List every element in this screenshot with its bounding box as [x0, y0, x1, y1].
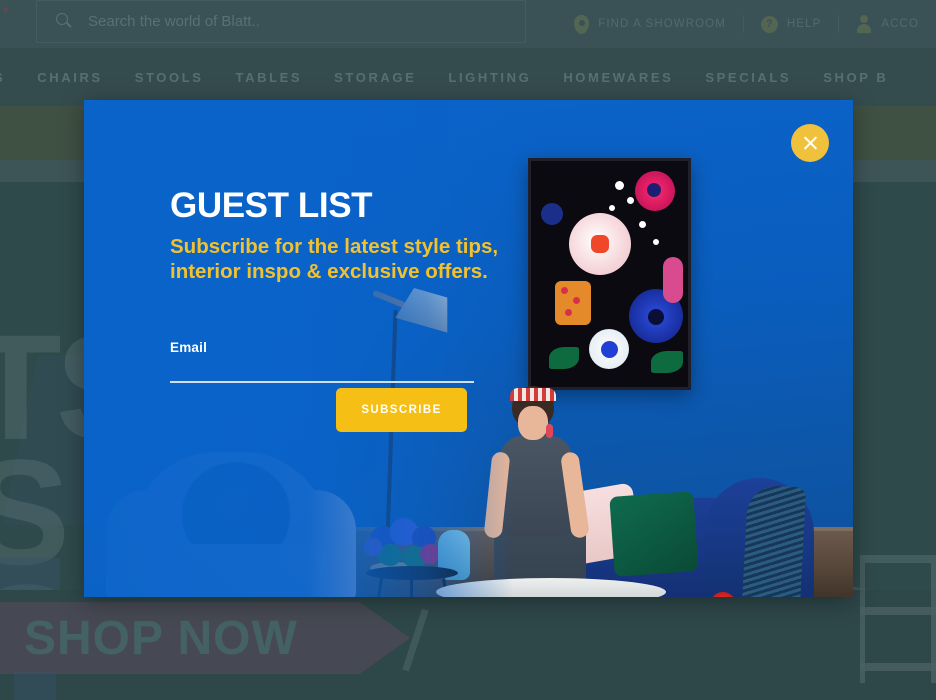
subscribe-button[interactable]: SUBSCRIBE — [336, 388, 467, 432]
email-field-group: Email — [170, 340, 474, 383]
screen: TS S C SHOP NOW FIND A — [0, 0, 936, 700]
photo-throw-blanket — [739, 484, 807, 597]
close-x-icon — [802, 135, 819, 152]
guest-list-modal: GUEST LIST Subscribe for the latest styl… — [84, 100, 853, 597]
email-label: Email — [170, 340, 208, 355]
photo-artwork-frame — [528, 158, 691, 390]
modal-subtitle: Subscribe for the latest style tips, int… — [170, 235, 499, 283]
modal-copy: GUEST LIST Subscribe for the latest styl… — [170, 186, 500, 284]
modal-title: GUEST LIST — [170, 186, 373, 225]
close-modal-button[interactable] — [791, 124, 829, 162]
email-input[interactable] — [170, 364, 474, 383]
